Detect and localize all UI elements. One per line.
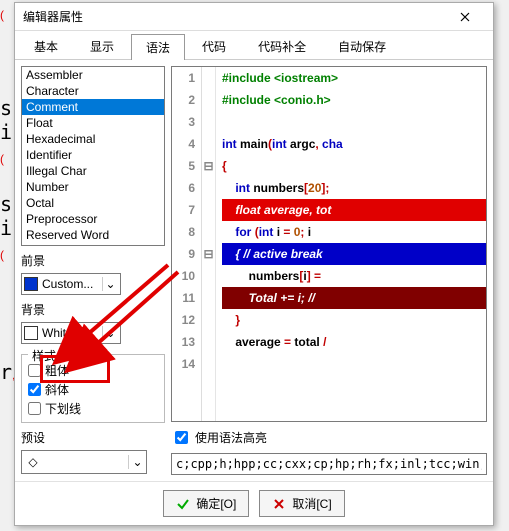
foreground-combo[interactable]: Custom... ⌄ <box>21 273 121 295</box>
check-icon <box>176 497 190 511</box>
style-group-title: 样式 <box>28 347 60 364</box>
underline-checkbox[interactable] <box>28 402 41 415</box>
dialog-footer: 确定[O] 取消[C] <box>15 481 493 525</box>
background-value: White <box>42 326 102 340</box>
list-item[interactable]: Identifier <box>22 147 164 163</box>
list-item[interactable]: Float <box>22 115 164 131</box>
list-item[interactable]: Assembler <box>22 67 164 83</box>
tab-completion[interactable]: 代码补全 <box>243 33 321 59</box>
underline-checkbox-row[interactable]: 下划线 <box>28 399 158 418</box>
italic-label: 斜体 <box>45 381 69 398</box>
dialog-title: 编辑器属性 <box>23 8 445 25</box>
background-swatch <box>24 326 38 340</box>
list-item[interactable]: Preprocessor <box>22 211 164 227</box>
bold-checkbox[interactable] <box>28 364 41 377</box>
chevron-down-icon: ⌄ <box>102 326 118 340</box>
tab-display[interactable]: 显示 <box>75 33 129 59</box>
underline-label: 下划线 <box>45 400 81 417</box>
x-icon <box>272 497 286 511</box>
preset-label: 预设 <box>21 429 165 446</box>
italic-checkbox-row[interactable]: 斜体 <box>28 380 158 399</box>
style-group: 样式 粗体 斜体 下划线 <box>21 354 165 423</box>
list-item[interactable]: Illegal Char <box>22 163 164 179</box>
italic-checkbox[interactable] <box>28 383 41 396</box>
preset-icon: ◇ <box>22 455 44 469</box>
editor-properties-dialog: 编辑器属性 基本 显示 语法 代码 代码补全 自动保存 AssemblerCha… <box>14 2 494 526</box>
list-item[interactable]: Number <box>22 179 164 195</box>
list-item[interactable]: Reserved Word <box>22 227 164 243</box>
close-icon <box>460 12 470 22</box>
extensions-input[interactable] <box>171 453 487 475</box>
list-item[interactable]: Octal <box>22 195 164 211</box>
cancel-button[interactable]: 取消[C] <box>259 490 344 517</box>
enable-highlight-checkbox[interactable] <box>175 431 188 444</box>
tab-syntax[interactable]: 语法 <box>131 34 185 60</box>
list-item[interactable]: Comment <box>22 99 164 115</box>
preset-combo[interactable]: ◇ ⌄ <box>21 450 147 474</box>
foreground-value: Custom... <box>42 277 102 291</box>
tab-autosave[interactable]: 自动保存 <box>323 33 401 59</box>
tab-bar: 基本 显示 语法 代码 代码补全 自动保存 <box>15 31 493 60</box>
enable-highlight-row[interactable]: 使用语法高亮 <box>171 428 487 447</box>
tab-code[interactable]: 代码 <box>187 33 241 59</box>
bold-label: 粗体 <box>45 362 69 379</box>
titlebar: 编辑器属性 <box>15 3 493 31</box>
list-item[interactable]: Hexadecimal <box>22 131 164 147</box>
chevron-down-icon: ⌄ <box>128 455 146 469</box>
list-item[interactable]: Character <box>22 83 164 99</box>
ok-label: 确定[O] <box>196 495 236 512</box>
tab-basic[interactable]: 基本 <box>19 33 73 59</box>
foreground-swatch <box>24 277 38 291</box>
background-combo[interactable]: White ⌄ <box>21 322 121 344</box>
chevron-down-icon: ⌄ <box>102 277 118 291</box>
background-label: 背景 <box>21 301 165 318</box>
code-preview: 1234567891011121314 ⊟⊟ #include <iostrea… <box>171 66 487 422</box>
foreground-label: 前景 <box>21 252 165 269</box>
close-button[interactable] <box>445 5 485 29</box>
enable-highlight-label: 使用语法高亮 <box>195 429 267 446</box>
ok-button[interactable]: 确定[O] <box>163 490 249 517</box>
syntax-element-list[interactable]: AssemblerCharacterCommentFloatHexadecima… <box>21 66 165 246</box>
cancel-label: 取消[C] <box>292 495 331 512</box>
